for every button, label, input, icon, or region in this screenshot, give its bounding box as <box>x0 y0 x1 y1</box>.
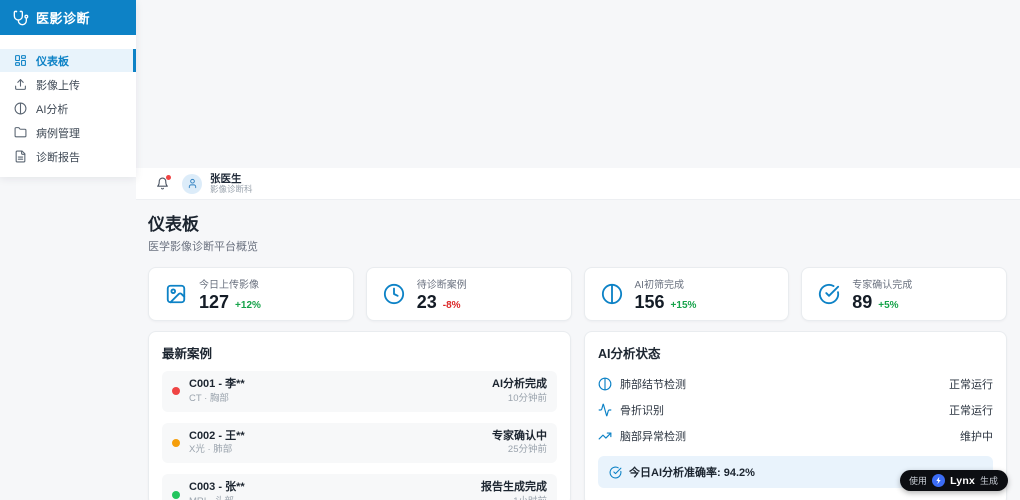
sidebar-item-label: AI分析 <box>36 103 69 116</box>
case-status: 专家确认中 <box>492 429 547 442</box>
avatar[interactable] <box>182 173 202 194</box>
case-id: C003 - 张** <box>189 481 245 494</box>
unread-notification-dot <box>166 175 171 180</box>
case-row-c003[interactable]: C003 - 张** MRI · 头部 报告生成完成 1小时前 <box>162 474 557 500</box>
upload-icon <box>14 78 27 91</box>
case-time: 1小时前 <box>481 496 547 500</box>
badge-suffix: 生成 <box>979 476 998 486</box>
ai-status-row-lung-nodule: 肺部结节检测 正常运行 <box>598 371 993 397</box>
ai-model-label: 骨折识别 <box>620 405 664 417</box>
ai-circle-icon <box>601 283 623 305</box>
stat-label: 专家确认完成 <box>852 279 913 291</box>
latest-cases-panel: 最新案例 C001 - 李** CT · 胸部 AI分析完成 10分钟前 C00… <box>148 331 571 500</box>
ai-circle-icon <box>598 377 612 391</box>
top-header-bar: 张医生 影像诊断科 <box>136 168 1020 200</box>
status-dot-green <box>172 490 180 499</box>
sidebar-item-label: 病例管理 <box>36 127 80 140</box>
stat-value: 89 <box>852 291 873 312</box>
main-content: 仪表板 医学影像诊断平台概览 今日上传影像 127 +12% 待诊断案例 23 … <box>136 200 1020 500</box>
report-icon <box>14 150 27 163</box>
sidebar-item-label: 仪表板 <box>36 55 69 68</box>
sidebar-item-label: 诊断报告 <box>36 151 80 164</box>
ai-status-row-brain-anomaly: 脑部异常检测 维护中 <box>598 423 993 449</box>
image-icon <box>165 283 187 305</box>
user-department: 影像诊断科 <box>210 183 253 194</box>
case-row-c002[interactable]: C002 - 王** X光 · 肺部 专家确认中 25分钟前 <box>162 422 557 464</box>
badge-brand: Lynx <box>950 474 975 487</box>
status-dot-red <box>172 387 180 396</box>
activity-icon <box>598 403 612 417</box>
status-dot-orange <box>172 438 180 447</box>
ai-model-status: 维护中 <box>960 431 993 443</box>
case-detail: CT · 胸部 <box>189 392 229 404</box>
page-title: 仪表板 <box>148 215 199 234</box>
stat-trend: +15% <box>670 299 697 311</box>
sidebar-item-reports[interactable]: 诊断报告 <box>0 145 136 168</box>
panels-row: 最新案例 C001 - 李** CT · 胸部 AI分析完成 10分钟前 C00… <box>148 331 1007 500</box>
app-logo: 医影诊断 <box>0 0 136 35</box>
sidebar-item-cases[interactable]: 病例管理 <box>0 121 136 144</box>
stat-card-uploads-today: 今日上传影像 127 +12% <box>148 267 354 321</box>
user-info[interactable]: 张医生 影像诊断科 <box>210 173 253 195</box>
case-time: 10分钟前 <box>507 392 547 404</box>
ai-status-row-fracture: 骨折识别 正常运行 <box>598 397 993 423</box>
stat-trend: +12% <box>235 299 261 311</box>
case-time: 25分钟前 <box>507 444 547 456</box>
stat-card-pending-cases: 待诊断案例 23 -8% <box>365 267 572 321</box>
sidebar-item-label: 影像上传 <box>36 79 80 92</box>
ai-accuracy-text: 今日AI分析准确率: 94.2% <box>629 467 755 479</box>
sidebar-nav: 仪表板 影像上传 AI分析 病例管理 诊断报告 <box>0 35 136 177</box>
ai-model-status: 正常运行 <box>949 405 993 417</box>
app-title: 医影诊断 <box>36 11 91 26</box>
case-detail: MRI · 头部 <box>189 496 472 500</box>
folder-icon <box>14 126 27 139</box>
stat-value: 127 <box>199 291 230 312</box>
lynx-generated-badge[interactable]: 使用 Lynx 生成 <box>900 470 1008 491</box>
case-id: C001 - 李** <box>189 378 245 390</box>
ai-model-label: 肺部结节检测 <box>620 379 686 391</box>
stethoscope-icon <box>13 10 29 26</box>
user-name: 张医生 <box>210 172 242 185</box>
sidebar-item-dashboard[interactable]: 仪表板 <box>0 49 136 72</box>
notifications-button[interactable] <box>156 175 171 190</box>
user-icon <box>187 178 198 189</box>
case-id: C002 - 王** <box>189 429 245 442</box>
stat-trend: +5% <box>878 299 899 311</box>
sidebar-item-ai-analysis[interactable]: AI分析 <box>0 97 136 120</box>
trending-up-icon <box>598 429 612 443</box>
stat-value: 23 <box>416 291 437 312</box>
stat-trend: -8% <box>442 299 461 311</box>
page-subtitle: 医学影像诊断平台概览 <box>148 241 258 253</box>
stat-label: 今日上传影像 <box>199 279 259 291</box>
case-status: AI分析完成 <box>492 378 547 390</box>
ai-model-label: 脑部异常检测 <box>620 431 686 443</box>
stat-card-expert-confirmed: 专家确认完成 89 +5% <box>801 267 1007 321</box>
ai-model-status: 正常运行 <box>949 379 993 391</box>
case-row-c001[interactable]: C001 - 李** CT · 胸部 AI分析完成 10分钟前 <box>162 371 557 412</box>
lynx-logo-icon <box>932 474 946 487</box>
check-circle-icon <box>609 466 622 479</box>
sidebar-item-upload[interactable]: 影像上传 <box>0 73 136 96</box>
check-circle-icon <box>818 283 840 305</box>
stat-label: AI初筛完成 <box>634 279 684 291</box>
sidebar: 医影诊断 仪表板 影像上传 AI分析 病例管理 诊断报告 <box>0 0 136 177</box>
stat-card-ai-screened: AI初筛完成 156 +15% <box>583 267 790 321</box>
ai-circle-icon <box>14 102 27 115</box>
case-status: 报告生成完成 <box>481 481 547 494</box>
dashboard-icon <box>14 54 27 67</box>
stat-label: 待诊断案例 <box>416 279 467 291</box>
case-detail: X光 · 肺部 <box>189 444 233 456</box>
panel-title: AI分析状态 <box>598 347 661 361</box>
panel-title: 最新案例 <box>162 347 213 361</box>
clock-icon <box>383 283 405 305</box>
stat-cards-row: 今日上传影像 127 +12% 待诊断案例 23 -8% AI初筛完成 156 … <box>148 267 1007 321</box>
badge-prefix: 使用 <box>909 476 928 486</box>
stat-value: 156 <box>634 291 665 312</box>
